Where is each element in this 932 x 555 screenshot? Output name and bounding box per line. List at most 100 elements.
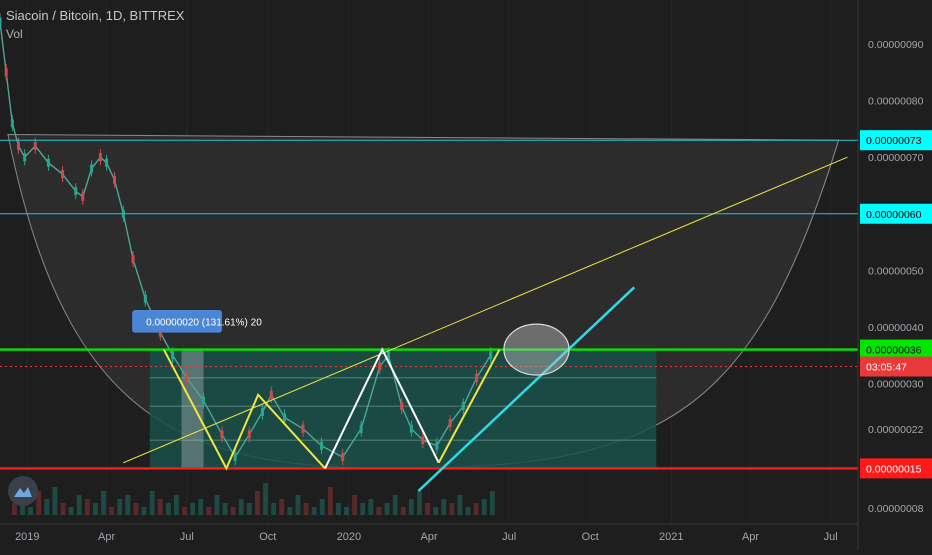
candle-body bbox=[301, 424, 305, 433]
volume-bar bbox=[141, 507, 147, 515]
candle-body bbox=[269, 390, 273, 399]
volume-bar bbox=[336, 503, 341, 515]
highlight-box bbox=[181, 349, 204, 469]
candle-body bbox=[171, 351, 175, 360]
volume-bar bbox=[441, 499, 447, 515]
candle-body bbox=[220, 430, 224, 439]
price-label: 03:05:47 bbox=[866, 362, 907, 374]
price-label: 0.00000060 bbox=[866, 209, 922, 221]
volume-bar bbox=[125, 495, 131, 515]
volume-bar bbox=[311, 507, 317, 515]
chart-header: Siacoin / Bitcoin, 1D, BITTREX Vol bbox=[6, 8, 184, 41]
price-chart[interactable]: 0.00000020 (131.61%) 20 0.00000090 0.00000… bbox=[0, 0, 932, 550]
y-tick-label: 0.00000040 bbox=[868, 322, 924, 334]
volume-bar bbox=[246, 503, 252, 515]
volume-bar bbox=[408, 499, 414, 515]
volume-bar bbox=[117, 499, 123, 515]
volume-bar bbox=[489, 491, 495, 515]
x-tick-label: Jul bbox=[824, 531, 838, 543]
volume-bar bbox=[238, 499, 244, 515]
volume-bar bbox=[222, 503, 228, 515]
volume-bar bbox=[433, 507, 439, 515]
volume-bar bbox=[109, 507, 115, 515]
volume-bar bbox=[425, 503, 430, 515]
candle-body bbox=[4, 68, 8, 77]
candle-body bbox=[0, 17, 2, 26]
candle-body bbox=[201, 396, 205, 405]
volume-bar bbox=[376, 507, 382, 515]
x-tick-label: Oct bbox=[582, 531, 599, 543]
volume-bar bbox=[263, 483, 268, 515]
candle-body bbox=[90, 164, 94, 173]
x-tick-label: Oct bbox=[259, 531, 276, 543]
candle-body bbox=[105, 158, 109, 167]
volume-bar bbox=[84, 499, 90, 515]
candle-body bbox=[143, 294, 147, 303]
volume-bar bbox=[352, 495, 358, 515]
volume-bar bbox=[417, 491, 422, 515]
candle-body bbox=[185, 373, 189, 382]
volume-bar bbox=[392, 495, 398, 515]
candle-body bbox=[283, 413, 287, 422]
x-tick-label: 2019 bbox=[15, 531, 39, 543]
volume-bar bbox=[76, 495, 82, 515]
chart-root[interactable]: 0.00000020 (131.61%) 20 0.00000090 0.00000… bbox=[0, 0, 932, 550]
volume-bar bbox=[133, 503, 139, 515]
candle-body bbox=[233, 453, 237, 462]
y-tick-label: 0.00000050 bbox=[868, 265, 924, 277]
volume-bar bbox=[206, 507, 212, 515]
volume-bar bbox=[93, 503, 98, 515]
x-tick-label: Apr bbox=[420, 531, 437, 543]
candle-body bbox=[113, 175, 117, 184]
candle-body bbox=[46, 158, 50, 167]
volume-bar bbox=[473, 503, 479, 515]
x-tick-label: Apr bbox=[742, 531, 759, 543]
volume-bar bbox=[271, 503, 277, 515]
x-tick-label: Apr bbox=[98, 531, 115, 543]
candle-body bbox=[421, 436, 425, 445]
volume-bar bbox=[457, 495, 463, 515]
tradingview-logo-icon[interactable] bbox=[8, 476, 38, 506]
candle-body bbox=[16, 141, 20, 150]
volume-bar bbox=[214, 495, 220, 515]
y-tick-label: 0.00000070 bbox=[868, 152, 924, 164]
volume-bar bbox=[157, 499, 163, 515]
volume-bar bbox=[101, 491, 106, 515]
volume-bar bbox=[368, 499, 374, 515]
x-tick-label: Jul bbox=[180, 531, 194, 543]
candle-body bbox=[409, 424, 413, 433]
candle-body bbox=[461, 402, 465, 411]
volume-bar bbox=[60, 503, 66, 515]
candle-body bbox=[33, 141, 37, 150]
volume-bar bbox=[384, 503, 390, 515]
candle-body bbox=[261, 407, 265, 416]
volume-bar bbox=[449, 503, 455, 515]
volume-bar bbox=[28, 507, 34, 515]
y-tick-label: 0.00000008 bbox=[868, 503, 924, 515]
volume-indicator-label[interactable]: Vol bbox=[6, 27, 184, 41]
price-label: 0.00000015 bbox=[866, 463, 922, 475]
volume-bar bbox=[344, 507, 349, 515]
volume-bar bbox=[44, 499, 50, 515]
price-label: 0.00000073 bbox=[866, 135, 922, 147]
volume-bar bbox=[319, 499, 325, 515]
x-tick-label: 2020 bbox=[337, 531, 361, 543]
y-tick-label: 0.00000030 bbox=[868, 379, 924, 391]
volume-bar bbox=[465, 507, 471, 515]
volume-bar bbox=[327, 487, 333, 515]
volume-bar bbox=[174, 495, 179, 515]
volume-bar bbox=[52, 487, 58, 515]
volume-bar bbox=[287, 507, 293, 515]
symbol-title: Siacoin / Bitcoin, 1D, BITTREX bbox=[6, 8, 185, 23]
y-tick-label: 0.00000090 bbox=[868, 39, 924, 51]
candle-body bbox=[475, 373, 479, 382]
candle-body bbox=[435, 441, 439, 450]
x-tick-label: Jul bbox=[502, 531, 516, 543]
candle-body bbox=[81, 192, 85, 201]
volume-bar bbox=[165, 503, 171, 515]
measure-tooltip-text: 0.00000020 (131.61%) 20 bbox=[146, 317, 262, 328]
candle-body bbox=[10, 119, 14, 128]
volume-bar bbox=[279, 499, 285, 515]
candle-body bbox=[23, 153, 27, 162]
volume-bar bbox=[255, 491, 260, 515]
